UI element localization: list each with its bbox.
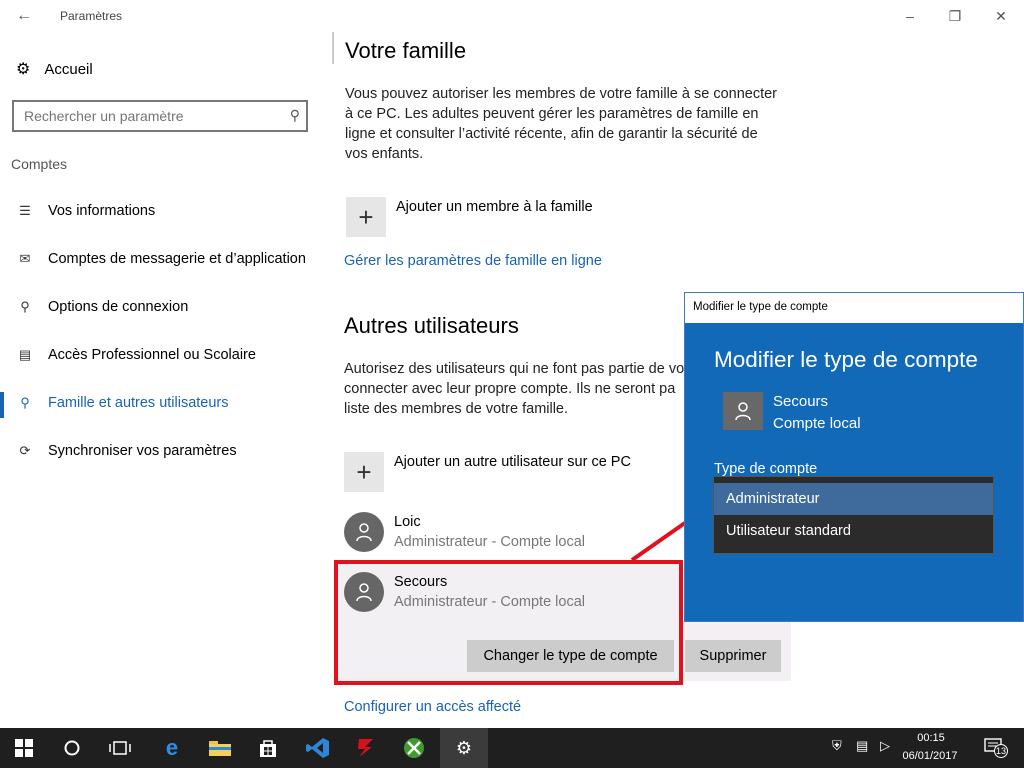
- change-account-type-dialog: Modifier le type de compte Modifier le t…: [684, 292, 1024, 622]
- active-indicator: [0, 392, 4, 418]
- others-title: Autres utilisateurs: [344, 313, 519, 338]
- scrollbar[interactable]: [332, 32, 334, 64]
- dialog-title-bar: Modifier le type de compte: [685, 293, 1023, 323]
- shield-icon[interactable]: ⛨: [832, 738, 842, 754]
- title-bar: ← Paramètres – ❐ ✕: [0, 0, 1024, 32]
- sidebar-item-email-accounts[interactable]: ✉ Comptes de messagerie et d’application: [16, 251, 306, 267]
- dialog-heading: Modifier le type de compte: [714, 347, 978, 372]
- close-icon[interactable]: ✕: [991, 6, 1011, 26]
- user-role: Administrateur - Compte local: [394, 534, 585, 550]
- delete-user-button[interactable]: Supprimer: [685, 640, 781, 672]
- home-label: Accueil: [44, 60, 93, 78]
- sidebar-item-label: Synchroniser vos paramètres: [48, 443, 237, 459]
- mail-icon: ✉: [19, 251, 31, 266]
- clock-date[interactable]: 06/01/2017: [898, 750, 962, 762]
- gear-icon: ⚙: [16, 61, 31, 78]
- back-arrow-icon[interactable]: ←: [12, 6, 36, 26]
- add-user-icon[interactable]: +: [344, 452, 384, 492]
- person-add-icon: ⚲: [20, 395, 30, 410]
- home-link[interactable]: ⚙ Accueil: [16, 59, 93, 79]
- sidebar-item-label: Options de connexion: [48, 299, 189, 315]
- highlight-box: [334, 560, 683, 685]
- volume-muted-icon[interactable]: ▷: [880, 738, 890, 754]
- sidebar-item-sync[interactable]: ⟳ Synchroniser vos paramètres: [16, 443, 237, 459]
- person-card-icon: ☰: [19, 203, 31, 218]
- sidebar-item-your-info[interactable]: ☰ Vos informations: [16, 203, 155, 219]
- clock-time[interactable]: 00:15: [906, 732, 956, 744]
- family-title: Votre famille: [345, 38, 467, 63]
- sync-icon: ⟳: [19, 443, 31, 458]
- others-description: Autorisez des utilisateurs qui ne font p…: [344, 361, 685, 417]
- add-user-label[interactable]: Ajouter un autre utilisateur sur ce PC: [394, 454, 631, 470]
- dialog-window-title: Modifier le type de compte: [693, 301, 828, 313]
- assigned-access-link[interactable]: Configurer un accès affecté: [344, 699, 521, 715]
- sidebar: [0, 32, 332, 728]
- key-icon: ⚲: [20, 299, 30, 314]
- minimize-icon[interactable]: –: [900, 6, 920, 26]
- search-input[interactable]: [14, 102, 264, 130]
- user-name[interactable]: Loic: [394, 514, 421, 530]
- briefcase-icon: ▤: [18, 347, 32, 362]
- sidebar-item-label: Comptes de messagerie et d’application: [48, 251, 306, 267]
- window-title: Paramètres: [60, 9, 123, 23]
- settings-icon[interactable]: ⚙: [440, 728, 488, 768]
- sidebar-item-sign-in-options[interactable]: ⚲ Options de connexion: [16, 299, 188, 315]
- search-icon[interactable]: ⚲: [290, 107, 300, 124]
- action-center-icon[interactable]: 13: [984, 738, 1008, 758]
- file-explorer-icon[interactable]: [196, 728, 244, 768]
- sidebar-item-label: Vos informations: [48, 203, 156, 219]
- manage-family-link[interactable]: Gérer les paramètres de famille en ligne: [344, 253, 602, 269]
- add-family-icon[interactable]: +: [346, 197, 386, 237]
- visual-studio-icon[interactable]: [294, 728, 342, 768]
- sidebar-item-label: Accès Professionnel ou Scolaire: [48, 347, 256, 363]
- dialog-user-name: Secours: [773, 393, 829, 410]
- avatar: [723, 392, 763, 430]
- section-title: Comptes: [11, 156, 68, 172]
- store-icon[interactable]: [244, 728, 292, 768]
- restore-icon[interactable]: ❐: [945, 6, 965, 26]
- taskbar: e ⚙ ⛨ ▤ ▷ 00:15 06/01/2017 13: [0, 728, 1024, 768]
- avatar[interactable]: [344, 512, 384, 552]
- account-type-dropdown[interactable]: Administrateur Utilisateur standard: [713, 476, 994, 554]
- start-icon[interactable]: [0, 728, 48, 768]
- account-type-label: Type de compte: [714, 461, 818, 477]
- option-administrator[interactable]: Administrateur: [714, 483, 993, 515]
- option-standard-user[interactable]: Utilisateur standard: [714, 515, 993, 547]
- sidebar-item-label: Famille et autres utilisateurs: [48, 395, 229, 411]
- family-description: Vous pouvez autoriser les membres de vot…: [345, 86, 777, 162]
- cortana-icon[interactable]: [48, 728, 96, 768]
- task-view-icon[interactable]: [96, 728, 144, 768]
- edge-icon[interactable]: e: [148, 728, 196, 768]
- sidebar-item-family[interactable]: ⚲ Famille et autres utilisateurs: [16, 395, 229, 411]
- notification-count: 13: [994, 744, 1008, 758]
- search-box[interactable]: ⚲: [12, 100, 308, 132]
- sidebar-item-work-access[interactable]: ▤ Accès Professionnel ou Scolaire: [16, 347, 256, 363]
- network-icon[interactable]: ▤: [856, 738, 868, 754]
- dialog-user-type: Compte local: [773, 415, 861, 432]
- filezilla-icon[interactable]: [342, 728, 390, 768]
- xbox-icon[interactable]: [390, 728, 438, 768]
- add-family-label[interactable]: Ajouter un membre à la famille: [396, 199, 593, 215]
